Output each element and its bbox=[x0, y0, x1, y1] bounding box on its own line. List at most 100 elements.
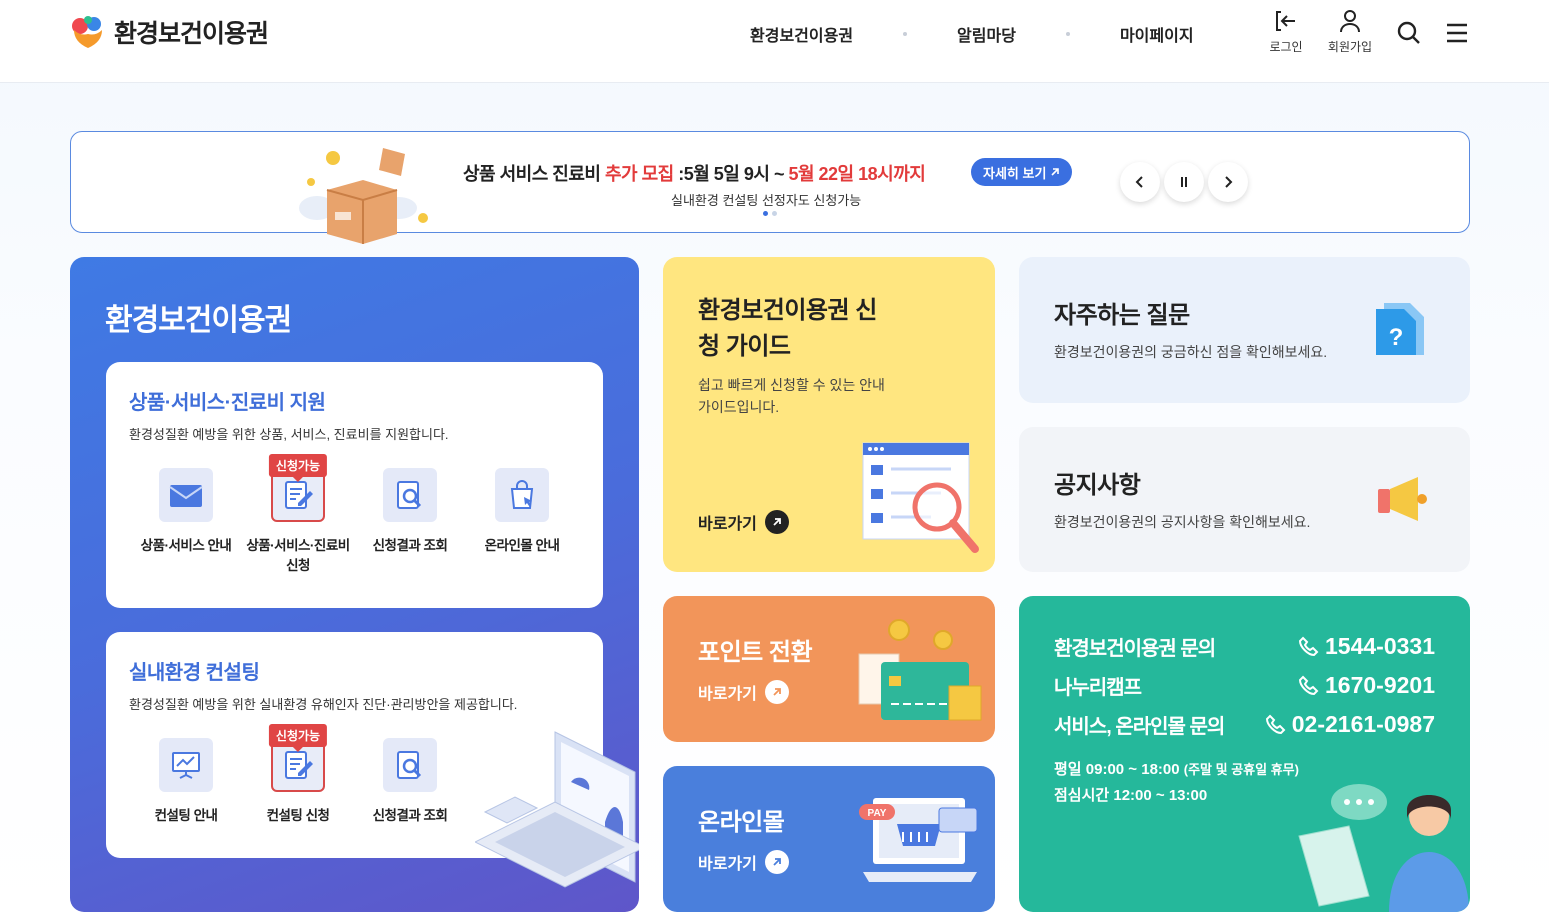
lunch-hours: 점심시간 12:00 ~ 13:00 bbox=[1054, 787, 1208, 804]
contact-phone[interactable]: 1670-9201 bbox=[1299, 672, 1435, 699]
faq-card[interactable]: 자주하는 질문 환경보건이용권의 궁금하신 점을 확인해보세요. ? bbox=[1019, 257, 1470, 403]
nav-item-voucher[interactable]: 환경보건이용권 bbox=[700, 22, 903, 46]
consulting-info-link[interactable]: 컨설팅 안내 bbox=[130, 738, 242, 826]
guide-go-label: 바로가기 bbox=[698, 516, 757, 533]
search-document-icon bbox=[383, 738, 437, 792]
call-center-agent-illustration bbox=[1298, 784, 1469, 912]
banner-highlight-2: 5월 22일 18시까지 bbox=[788, 164, 926, 184]
banner-pagination bbox=[763, 211, 777, 216]
edit-document-icon: 신청가능 bbox=[268, 454, 328, 522]
point-go-label: 바로가기 bbox=[698, 686, 757, 703]
contact-row: 나누리캠프 1670-9201 bbox=[1054, 670, 1435, 700]
presentation-board-icon bbox=[159, 738, 213, 792]
banner-prev-button[interactable] bbox=[1120, 162, 1160, 202]
banner-text-2: :5월 5일 9시 ~ bbox=[673, 164, 789, 184]
signup-label: 회원가입 bbox=[1327, 40, 1373, 54]
header-utility: 로그인 회원가입 bbox=[1262, 8, 1470, 55]
banner-highlight-1: 추가 모집 bbox=[604, 164, 674, 184]
consulting-info-label: 컨설팅 안내 bbox=[154, 808, 218, 823]
service-result-link[interactable]: 신청결과 조회 bbox=[354, 468, 466, 556]
notice-card[interactable]: 공지사항 환경보건이용권의 공지사항을 확인해보세요. bbox=[1019, 427, 1470, 572]
signup-button[interactable]: 회원가입 bbox=[1326, 8, 1374, 55]
online-mall-info-link[interactable]: 온라인몰 안내 bbox=[466, 468, 578, 556]
guide-go-link[interactable]: 바로가기 bbox=[698, 510, 789, 534]
consulting-card-title: 실내환경 컨설팅 bbox=[129, 662, 260, 684]
online-mall-card[interactable]: 온라인몰 바로가기 PAY bbox=[663, 766, 995, 912]
consulting-result-label: 신청결과 조회 bbox=[372, 808, 448, 823]
heart-logo-icon bbox=[70, 14, 106, 50]
checklist-magnifier-icon bbox=[862, 442, 979, 553]
search-icon bbox=[1397, 21, 1420, 44]
site-header: 환경보건이용권 환경보건이용권 알림마당 마이페이지 로그인 회원가입 bbox=[0, 0, 1549, 83]
megaphone-icon bbox=[1378, 477, 1427, 521]
login-icon bbox=[1276, 11, 1295, 31]
weekday-hours: 평일 09:00 ~ 18:00 bbox=[1054, 761, 1180, 778]
menu-button[interactable] bbox=[1444, 20, 1470, 51]
service-apply-label: 상품·서비스·진료비 신청 bbox=[246, 538, 350, 573]
available-badge: 신청가능 bbox=[268, 724, 328, 747]
logo-text: 환경보건이용권 bbox=[114, 20, 269, 48]
phone-icon bbox=[1265, 714, 1286, 734]
contact-row: 서비스, 온라인몰 문의 02-2161-0987 bbox=[1054, 709, 1435, 739]
arrow-circle-icon bbox=[764, 510, 789, 534]
contact-phone[interactable]: 1544-0331 bbox=[1299, 633, 1435, 660]
mall-go-link[interactable]: 바로가기 bbox=[698, 850, 789, 874]
consulting-apply-label: 컨설팅 신청 bbox=[266, 808, 330, 823]
support-card-title: 상품·서비스·진료비 지원 bbox=[129, 392, 326, 414]
contact-row: 환경보건이용권 문의 1544-0331 bbox=[1054, 631, 1435, 661]
available-badge: 신청가능 bbox=[268, 454, 328, 477]
phone-icon bbox=[1299, 636, 1319, 656]
contact-card: 환경보건이용권 문의 1544-0331 나누리캠프 1670-9201 서비스… bbox=[1019, 596, 1470, 912]
contact-phone[interactable]: 02-2161-0987 bbox=[1265, 710, 1435, 738]
voucher-panel: 환경보건이용권 상품·서비스·진료비 지원 환경성질환 예방을 위한 상품, 서… bbox=[70, 257, 639, 912]
search-document-icon bbox=[383, 468, 437, 522]
banner-subtext: 실내환경 컨설팅 선정자도 신청가능 bbox=[671, 193, 862, 208]
panel-title: 환경보건이용권 bbox=[105, 304, 292, 337]
arrow-circle-icon bbox=[764, 850, 789, 874]
svg-text:?: ? bbox=[1389, 324, 1404, 351]
point-conversion-card[interactable]: 포인트 전환 바로가기 bbox=[663, 596, 995, 742]
notice-banner: 상품 서비스 진료비 추가 모집 :5월 5일 9시 ~ 5월 22일 18시까… bbox=[70, 131, 1470, 244]
banner-pause-button[interactable] bbox=[1164, 162, 1204, 202]
question-document-icon: ? bbox=[1376, 303, 1424, 355]
banner-detail-button[interactable]: 자세히 보기 bbox=[971, 158, 1073, 186]
phone-number: 1544-0331 bbox=[1325, 632, 1435, 659]
apply-guide-card[interactable]: 환경보건이용권 신청 가이드 쉽고 빠르게 신청할 수 있는 안내 가이드입니다… bbox=[663, 257, 995, 572]
consulting-result-link[interactable]: 신청결과 조회 bbox=[354, 738, 466, 826]
login-label: 로그인 bbox=[1269, 40, 1303, 54]
banner-next-button[interactable] bbox=[1208, 162, 1248, 202]
laptop-illustration bbox=[475, 731, 639, 888]
main-nav: 환경보건이용권 알림마당 마이페이지 bbox=[700, 22, 1244, 46]
pause-icon bbox=[1181, 177, 1187, 187]
chevron-left-icon bbox=[1135, 176, 1143, 188]
service-result-label: 신청결과 조회 bbox=[372, 538, 448, 553]
hours-note: (주말 및 공휴일 휴무) bbox=[1183, 762, 1299, 777]
chevron-right-icon bbox=[1225, 176, 1233, 188]
site-logo[interactable]: 환경보건이용권 bbox=[70, 14, 269, 50]
notice-desc: 환경보건이용권의 공지사항을 확인해보세요. bbox=[1054, 514, 1311, 530]
nav-item-mypage[interactable]: 마이페이지 bbox=[1070, 22, 1244, 46]
support-card-desc: 환경성질환 예방을 위한 상품, 서비스, 진료비를 지원합니다. bbox=[129, 427, 449, 442]
login-button[interactable]: 로그인 bbox=[1262, 8, 1310, 55]
guide-desc: 쉽고 빠르게 신청할 수 있는 안내 가이드입니다. bbox=[698, 377, 885, 415]
faq-desc: 환경보건이용권의 궁금하신 점을 확인해보세요. bbox=[1054, 344, 1328, 360]
banner-dot-2[interactable] bbox=[772, 211, 777, 216]
phone-number: 02-2161-0987 bbox=[1291, 710, 1435, 737]
arrow-circle-icon bbox=[764, 680, 789, 704]
consulting-apply-link[interactable]: 신청가능 컨설팅 신청 bbox=[242, 724, 354, 826]
shopping-bag-icon bbox=[495, 468, 549, 522]
pay-badge: PAY bbox=[868, 808, 887, 819]
point-go-link[interactable]: 바로가기 bbox=[698, 680, 789, 704]
point-title: 포인트 전환 bbox=[698, 639, 813, 666]
service-apply-link[interactable]: 신청가능 상품·서비스·진료비 신청 bbox=[242, 454, 354, 576]
mall-title: 온라인몰 bbox=[698, 809, 785, 836]
service-info-link[interactable]: 상품·서비스 안내 bbox=[130, 468, 242, 556]
online-mall-info-label: 온라인몰 안내 bbox=[484, 538, 560, 553]
banner-dot-1[interactable] bbox=[763, 211, 768, 216]
contact-label: 서비스, 온라인몰 문의 bbox=[1054, 715, 1225, 738]
envelope-icon bbox=[159, 468, 213, 522]
contact-label: 나누리캠프 bbox=[1054, 676, 1142, 699]
nav-item-notice-board[interactable]: 알림마당 bbox=[907, 22, 1066, 46]
business-hours: 평일 09:00 ~ 18:00 (주말 및 공휴일 휴무) bbox=[1054, 758, 1299, 779]
search-button[interactable] bbox=[1396, 20, 1422, 51]
